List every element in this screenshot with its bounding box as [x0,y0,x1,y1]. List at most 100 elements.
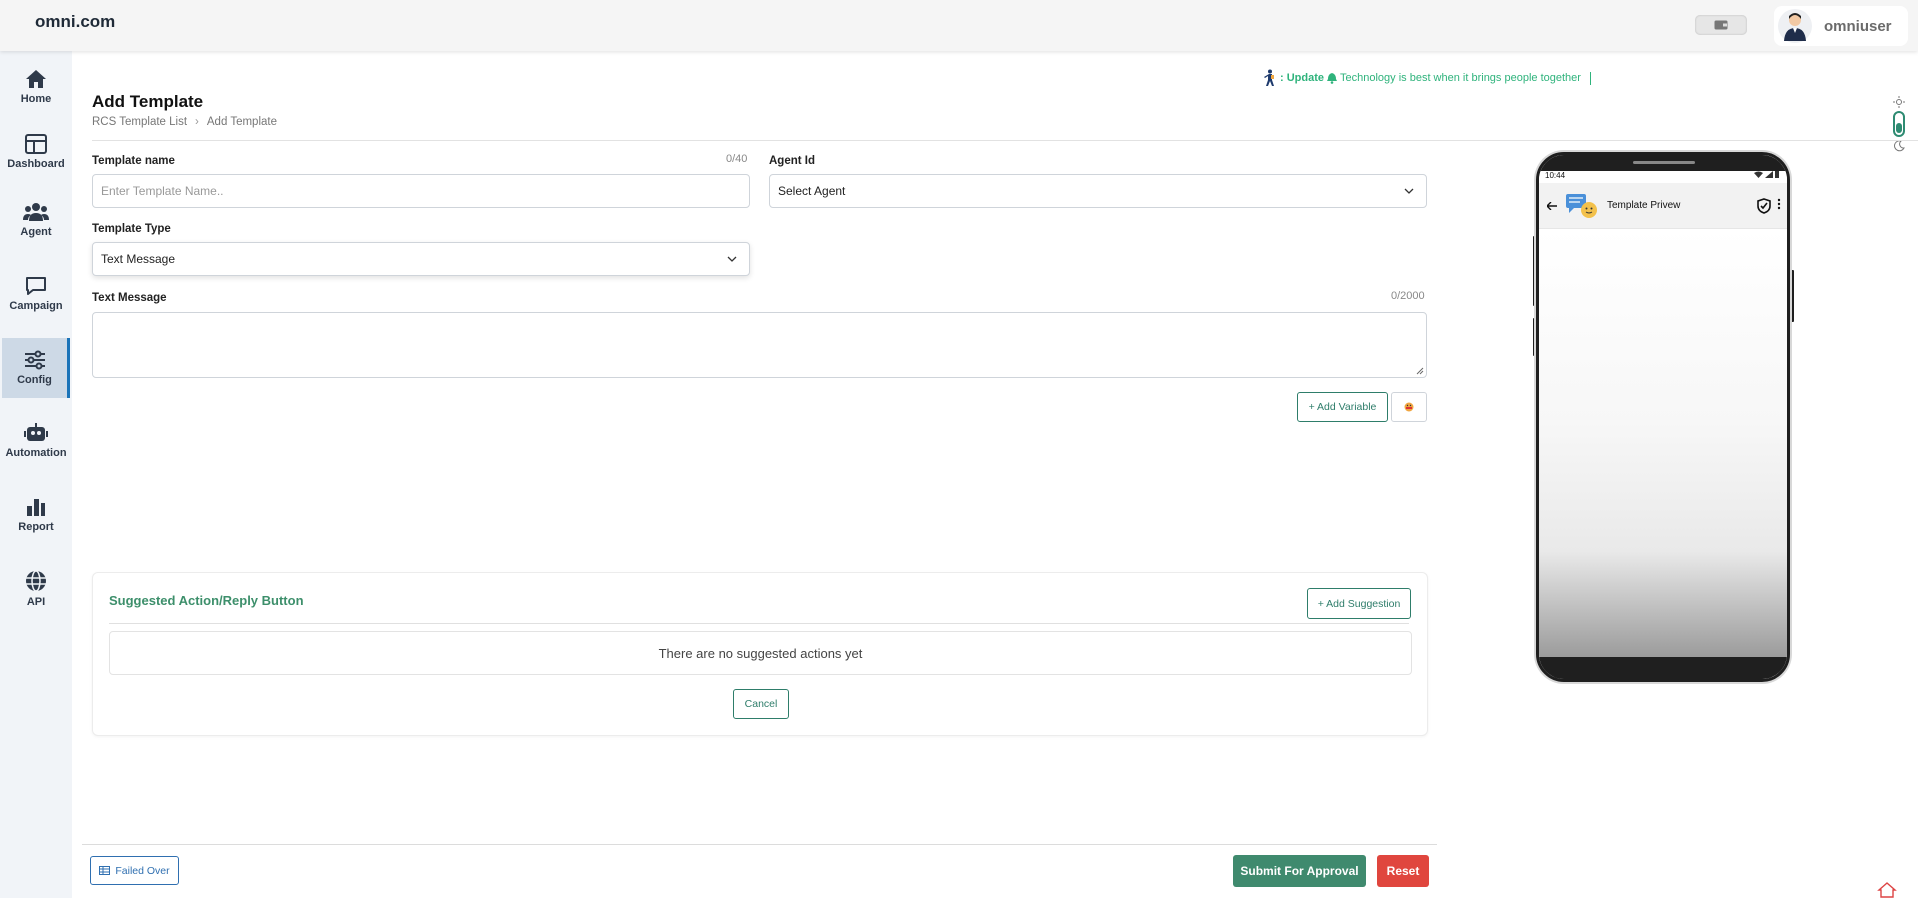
bell-icon [1327,72,1337,84]
add-variable-button[interactable]: + Add Variable [1297,392,1388,422]
template-type-select[interactable]: Text Message [92,242,750,276]
sidebar-item-dashboard[interactable]: Dashboard [0,122,72,182]
walking-person-icon [1264,69,1274,86]
app-logo[interactable]: omni.com [35,12,115,32]
template-preview-phone: 10:44 Template Privew [1536,152,1790,682]
phone-chat-body [1539,229,1787,659]
phone-power-button [1791,270,1794,322]
users-icon [23,203,49,221]
agent-id-value: Select Agent [778,184,846,198]
table-icon [99,866,111,875]
suggestions-card: Suggested Action/Reply Button + Add Sugg… [92,572,1428,736]
home-corner-icon[interactable] [1876,880,1898,898]
home-icon [26,70,46,88]
phone-speaker [1633,161,1695,164]
text-message-label: Text Message [92,292,167,304]
avatar [1778,9,1812,43]
sidebar: Home Dashboard Agent Campaign Config Aut… [0,51,72,898]
sidebar-item-label: API [26,596,46,608]
emoji-button[interactable] [1391,392,1427,422]
robot-icon [24,423,48,441]
sidebar-item-api[interactable]: API [0,559,72,619]
sidebar-item-home[interactable]: Home [0,57,72,117]
theme-switch[interactable] [1893,111,1905,137]
emoji-icon [1404,402,1414,412]
suggestions-empty-state: There are no suggested actions yet [109,631,1412,675]
agent-id-label: Agent Id [769,155,815,167]
sidebar-item-label: Agent [20,226,52,238]
text-message-counter: 0/2000 [1391,290,1425,302]
news-ticker: : Update Technology is best when it brin… [1263,69,1591,87]
signal-icon [1764,171,1773,178]
moon-icon [1894,140,1905,152]
battery-icon [1775,171,1779,178]
divider [109,623,1409,624]
globe-icon [26,570,46,592]
sun-icon [1893,96,1905,108]
sliders-icon [24,350,45,370]
phone-header-actions [1757,197,1787,214]
sidebar-item-agent[interactable]: Agent [0,190,72,250]
back-arrow-icon [1547,201,1557,210]
breadcrumb-separator: › [195,116,199,128]
phone-status-bar: 10:44 [1539,171,1787,183]
dashboard-icon [25,134,47,154]
sidebar-item-label: Home [20,93,52,105]
chat-bubble-icon [26,277,46,295]
ticker-cursor [1589,71,1591,85]
resize-handle-icon[interactable] [1416,367,1424,375]
ticker-message: Technology is best when it brings people… [1340,72,1581,84]
breadcrumb-current: Add Template [206,116,277,128]
template-name-counter: 0/40 [726,153,748,165]
more-vertical-icon [1777,198,1781,209]
phone-top-bezel [1539,155,1787,171]
sidebar-item-automation[interactable]: Automation [0,411,72,471]
chat-avatar-icon [1566,193,1597,218]
phone-time: 10:44 [1545,171,1566,180]
template-type-value: Text Message [101,252,176,266]
verified-shield-icon [1757,197,1771,214]
template-name-input[interactable]: Enter Template Name.. [92,174,750,208]
phone-status-icons [1753,171,1779,183]
sidebar-item-report[interactable]: Report [0,485,72,545]
sidebar-item-config[interactable]: Config [2,338,70,398]
wallet-button[interactable] [1695,15,1747,35]
phone-bottom-bezel [1539,657,1787,679]
wifi-icon [1753,171,1763,178]
chevron-down-icon [727,256,737,262]
wallet-icon [1714,20,1728,30]
failed-over-label: Failed Over [115,864,170,877]
divider [92,140,1918,141]
sidebar-item-label: Report [18,521,54,533]
page-title: Add Template [92,92,204,111]
template-type-label: Template Type [92,223,171,235]
cancel-button[interactable]: Cancel [733,689,789,719]
reset-button[interactable]: Reset [1377,855,1429,887]
username: omniuser [1824,17,1892,35]
user-menu[interactable]: omniuser [1774,6,1908,46]
sidebar-item-label: Config [17,374,52,386]
ticker-prefix: : Update [1280,72,1324,84]
sidebar-item-campaign[interactable]: Campaign [0,264,72,324]
breadcrumb: RCS Template List › Add Template [92,116,277,128]
phone-chat-title: Template Privew [1607,200,1681,211]
top-bar: omni.com omniuser [0,0,1918,51]
failed-over-button[interactable]: Failed Over [90,856,179,885]
sidebar-item-label: Automation [5,447,67,459]
phone-chat-header: Template Privew [1539,183,1787,229]
chevron-down-icon [1404,188,1414,194]
template-name-label: Template name [92,155,175,167]
theme-toggle[interactable] [1889,96,1909,156]
suggestions-title: Suggested Action/Reply Button [109,593,304,608]
empty-state-text: There are no suggested actions yet [658,645,863,661]
bar-chart-icon [27,499,45,516]
breadcrumb-link-rcs-template-list[interactable]: RCS Template List [92,116,187,128]
submit-for-approval-button[interactable]: Submit For Approval [1233,855,1366,887]
agent-id-select[interactable]: Select Agent [769,174,1427,208]
text-message-input[interactable] [92,312,1427,378]
template-name-placeholder: Enter Template Name.. [101,184,224,198]
add-suggestion-button[interactable]: + Add Suggestion [1307,588,1411,619]
divider [82,844,1437,845]
sidebar-item-label: Campaign [9,300,63,312]
sidebar-item-label: Dashboard [7,158,65,170]
